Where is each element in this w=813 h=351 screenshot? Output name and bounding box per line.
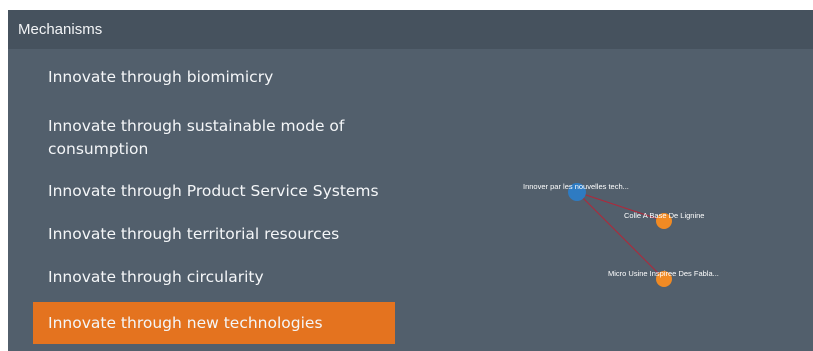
mechanism-item-product-service-systems[interactable]: Innovate through Product Service Systems [33, 180, 395, 203]
mechanism-item-territorial-resources[interactable]: Innovate through territorial resources [33, 223, 395, 246]
network-graph[interactable]: Innover par les nouvelles tech... Colle … [513, 170, 773, 300]
mechanism-item-biomimicry[interactable]: Innovate through biomimicry [33, 66, 395, 89]
mechanism-item-new-technologies[interactable]: Innovate through new technologies [33, 302, 395, 344]
graph-edge [576, 191, 665, 280]
mechanisms-panel: Mechanisms Innovate through biomimicry I… [8, 10, 813, 351]
panel-title: Mechanisms [8, 10, 813, 49]
mechanism-item-circularity[interactable]: Innovate through circularity [33, 266, 395, 289]
mechanism-item-sustainable-consumption[interactable]: Innovate through sustainable mode of con… [33, 115, 395, 161]
graph-node-label: Innover par les nouvelles tech... [523, 182, 629, 191]
graph-node-label: Colle A Base De Lignine [624, 211, 704, 220]
mechanism-item-label: Innovate through new technologies [48, 313, 323, 332]
graph-node-label: Micro Usine Inspiree Des Fabla... [608, 269, 719, 278]
